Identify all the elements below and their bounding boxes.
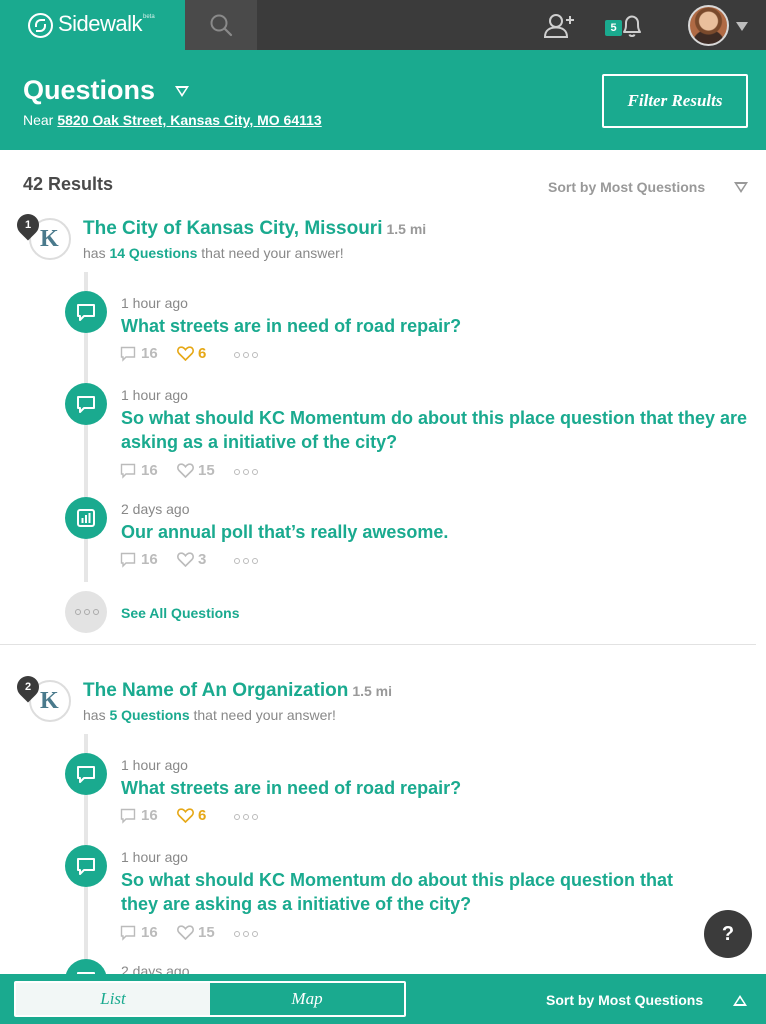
see-all-more-icon[interactable]	[65, 591, 107, 633]
org-name: The City of Kansas City, Missouri	[83, 218, 383, 239]
question-count-link[interactable]: 14 Questions	[109, 245, 197, 261]
question-timestamp: 1 hour ago	[121, 757, 188, 773]
answers-icon	[120, 552, 136, 568]
rank-number: 2	[24, 681, 32, 693]
heart-icon[interactable]	[177, 463, 194, 478]
see-all-questions-link[interactable]: See All Questions	[121, 605, 240, 621]
ellipsis-icon	[75, 609, 99, 615]
question-timestamp: 1 hour ago	[121, 387, 188, 403]
rank-number: 1	[24, 219, 32, 231]
org-name: The Name of An Organization	[83, 680, 349, 701]
chevron-up-icon[interactable]	[733, 995, 747, 1006]
page-header: Questions Near 5820 Oak Street, Kansas Ci…	[0, 50, 766, 150]
sort-chevron-down-icon[interactable]	[734, 182, 748, 193]
sort-dropdown[interactable]: Sort by Most Questions	[548, 179, 705, 195]
heart-icon[interactable]	[177, 808, 194, 823]
speech-bubble-icon	[77, 396, 95, 413]
chevron-down-icon[interactable]	[736, 22, 748, 31]
like-count: 3	[198, 551, 207, 568]
near-label: Near	[23, 112, 54, 128]
org-question-summary: has 5 Questions that need your answer!	[83, 707, 336, 723]
result-divider	[0, 644, 756, 645]
summary-suffix: that need your answer!	[201, 245, 344, 261]
org-name-link[interactable]: The City of Kansas City, Missouri 1.5 mi	[83, 218, 426, 240]
question-type-badge	[65, 497, 107, 539]
question-type-badge	[65, 753, 107, 795]
location-address-link[interactable]: 5820 Oak Street, Kansas City, MO 64113	[57, 112, 321, 128]
answers-icon	[120, 808, 136, 824]
summary-suffix: that need your answer!	[193, 707, 336, 723]
summary-prefix: has	[83, 707, 106, 723]
question-timestamp: 1 hour ago	[121, 295, 188, 311]
question-count-link[interactable]: 5 Questions	[109, 707, 189, 723]
answer-count: 16	[141, 807, 158, 824]
sidewalk-logo[interactable]: Sidewalk beta	[0, 0, 185, 50]
question-title-link[interactable]: So what should KC Momentum do about this…	[121, 406, 749, 454]
question-type-badge	[65, 845, 107, 887]
results-count: 42 Results	[23, 174, 114, 194]
heart-icon[interactable]	[177, 925, 194, 940]
logo-beta-label: beta	[143, 14, 155, 20]
search-button[interactable]	[185, 0, 257, 50]
speech-bubble-icon	[77, 304, 95, 321]
top-navigation-bar: Sidewalk beta 5	[0, 0, 766, 50]
logo-text: Sidewalk	[58, 11, 143, 36]
more-options-icon[interactable]	[234, 558, 258, 564]
bell-icon[interactable]	[620, 13, 644, 39]
heart-icon[interactable]	[177, 346, 194, 361]
like-count: 6	[198, 807, 207, 824]
answers-icon	[120, 463, 136, 479]
answers-icon	[120, 346, 136, 362]
title-dropdown-icon[interactable]	[175, 86, 189, 97]
question-title-link[interactable]: What streets are in need of road repair?	[121, 776, 749, 800]
org-distance: 1.5 mi	[352, 683, 393, 699]
like-count: 15	[198, 462, 215, 479]
add-user-icon[interactable]	[543, 13, 577, 39]
view-toggle: List Map	[14, 981, 406, 1017]
more-options-icon[interactable]	[234, 352, 258, 358]
question-type-badge	[65, 291, 107, 333]
answer-count: 16	[141, 924, 158, 941]
question-title-link[interactable]: Our annual poll that’s really awesome.	[121, 520, 749, 544]
question-title-link[interactable]: So what should KC Momentum do about this…	[121, 868, 711, 916]
poll-chart-icon	[77, 509, 95, 527]
bottom-toolbar: List Map Sort by Most Questions	[0, 974, 766, 1024]
speech-bubble-icon	[77, 858, 95, 875]
list-view-tab[interactable]: List	[16, 983, 210, 1015]
org-name-link[interactable]: The Name of An Organization 1.5 mi	[83, 680, 392, 702]
heart-icon[interactable]	[177, 552, 194, 567]
answer-count: 16	[141, 462, 158, 479]
sort-dropdown-bottom[interactable]: Sort by Most Questions	[546, 992, 703, 1008]
user-avatar[interactable]	[688, 5, 729, 46]
summary-prefix: has	[83, 245, 106, 261]
like-count: 15	[198, 924, 215, 941]
more-options-icon[interactable]	[234, 469, 258, 475]
page-title[interactable]: Questions	[23, 75, 155, 106]
more-options-icon[interactable]	[234, 814, 258, 820]
like-count: 6	[198, 345, 207, 362]
speech-bubble-icon	[77, 766, 95, 783]
answers-icon	[120, 925, 136, 941]
more-options-icon[interactable]	[234, 931, 258, 937]
org-question-summary: has 14 Questions that need your answer!	[83, 245, 344, 261]
sidewalk-logo-icon	[28, 13, 53, 38]
question-timestamp: 2 days ago	[121, 501, 190, 517]
kc-logo-mark: K	[40, 688, 59, 714]
answer-count: 16	[141, 345, 158, 362]
location-line: Near 5820 Oak Street, Kansas City, MO 641…	[23, 112, 322, 128]
map-view-tab[interactable]: Map	[210, 983, 404, 1015]
answer-count: 16	[141, 551, 158, 568]
question-title-link[interactable]: What streets are in need of road repair?	[121, 314, 749, 338]
org-distance: 1.5 mi	[386, 221, 427, 237]
filter-results-button[interactable]: Filter Results	[602, 74, 748, 128]
question-type-badge	[65, 383, 107, 425]
question-timestamp: 1 hour ago	[121, 849, 188, 865]
kc-logo-mark: K	[40, 226, 59, 252]
help-button[interactable]: ?	[704, 910, 752, 958]
search-icon	[210, 14, 233, 37]
